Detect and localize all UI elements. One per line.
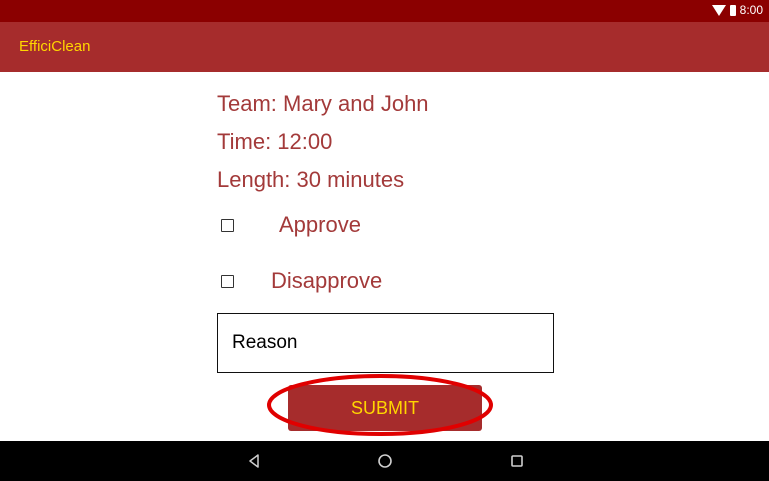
length-text: Length: 30 minutes [217, 167, 405, 192]
approve-label[interactable]: Approve [279, 212, 361, 238]
highlight-annotation [267, 374, 493, 436]
annotation-ellipse [267, 374, 493, 436]
team-text: Team: Mary and John [217, 91, 429, 116]
back-icon[interactable] [245, 452, 263, 470]
status-bar: 8:00 [0, 0, 769, 22]
wifi-icon [711, 4, 726, 16]
recents-icon[interactable] [508, 452, 526, 470]
approve-checkbox-row[interactable]: Approve [221, 212, 361, 238]
navigation-bar [0, 441, 769, 481]
battery-icon [729, 4, 736, 16]
status-time: 8:00 [739, 3, 763, 17]
app-title: EfficiClean [19, 38, 91, 55]
time-text: Time: 12:00 [217, 129, 333, 154]
reason-input[interactable] [217, 313, 554, 373]
disapprove-checkbox-row[interactable]: Disapprove [221, 268, 382, 294]
disapprove-label[interactable]: Disapprove [271, 268, 382, 294]
app-bar: EfficiClean [0, 22, 769, 72]
status-icons: 8:00 [711, 3, 763, 17]
home-icon[interactable] [376, 452, 394, 470]
approve-checkbox[interactable] [221, 218, 234, 232]
disapprove-checkbox[interactable] [221, 274, 234, 288]
